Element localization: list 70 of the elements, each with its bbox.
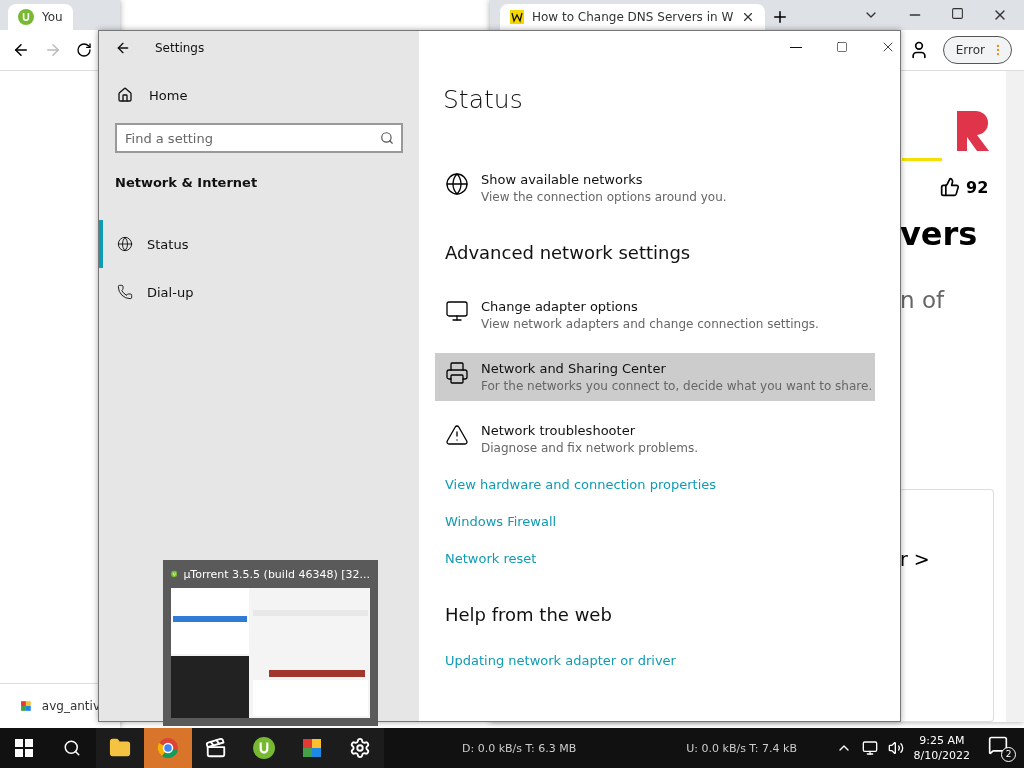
monitor-icon	[445, 299, 469, 323]
network-icon[interactable]	[861, 740, 878, 756]
search-icon	[380, 131, 394, 145]
home-link[interactable]: Home	[99, 87, 419, 103]
option-description: For the networks you connect to, decide what you want to share.	[481, 379, 873, 393]
home-icon	[117, 87, 133, 103]
like-count: 92	[966, 177, 989, 197]
avg-icon	[301, 737, 323, 759]
option-title: Show available networks	[481, 172, 644, 187]
clapperboard-icon	[205, 737, 227, 759]
taskbar-app[interactable]	[336, 728, 384, 768]
download-item[interactable]: avg_antiv	[41, 699, 100, 713]
back-icon[interactable]	[12, 41, 30, 59]
torrent-icon	[18, 9, 34, 25]
page-title: Status	[443, 85, 524, 114]
browser-tab[interactable]: How to Change DNS Servers in W	[500, 4, 766, 30]
phone-icon	[117, 284, 133, 300]
window-preview[interactable]: µTorrent 3.5.5 (build 46348) [32...	[163, 560, 378, 726]
volume-icon[interactable]	[887, 740, 904, 756]
option-title: Network troubleshooter	[481, 423, 636, 438]
site-logo-icon	[510, 10, 524, 24]
maximize-icon[interactable]	[951, 7, 964, 20]
preview-title: µTorrent 3.5.5 (build 46348) [32...	[183, 567, 370, 581]
option-title: Network and Sharing Center	[481, 361, 667, 376]
option-description: View network adapters and change connection settings.	[481, 317, 819, 331]
tab-title: How to Change DNS Servers in W	[532, 10, 734, 24]
globe-icon	[117, 236, 133, 252]
settings-option[interactable]: Network troubleshooter Diagnose and fix network problems.	[435, 415, 875, 463]
nav-item[interactable]: Status	[99, 220, 419, 268]
settings-icon	[349, 737, 371, 759]
option-title: Change adapter options	[481, 299, 639, 314]
like-icon[interactable]	[940, 177, 960, 197]
clock[interactable]: 9:25 AM 8/10/2022	[913, 733, 970, 763]
option-description: View the connection options around you.	[481, 190, 727, 204]
section-heading: Help from the web	[445, 604, 613, 625]
window-title: Settings	[155, 41, 205, 55]
section-heading: Advanced network settings	[445, 242, 692, 263]
download-speed: D: 0.0 kB/s T: 6.3 MB	[462, 741, 577, 755]
settings-option[interactable]: Show available networks View the connection options around you.	[435, 164, 875, 212]
notifications-button[interactable]: 2	[988, 734, 1016, 762]
back-icon[interactable]	[115, 40, 131, 56]
upload-speed: U: 0.0 kB/s T: 7.4 kB	[686, 741, 797, 755]
option-description: Diagnose and fix network problems.	[481, 441, 699, 455]
taskbar-app[interactable]	[192, 728, 240, 768]
tab-title: You	[42, 10, 63, 24]
accent-rule	[902, 158, 942, 161]
reload-icon[interactable]	[76, 42, 92, 58]
article-heading: vers	[900, 215, 978, 253]
chrome-icon	[157, 737, 179, 759]
globe-icon	[445, 172, 469, 196]
torrent-icon	[253, 737, 275, 759]
related-link[interactable]: r >	[900, 548, 930, 570]
settings-option[interactable]: Network and Sharing Center For the networks you connect to, decide what you want to share.	[435, 353, 875, 401]
maximize-icon	[836, 41, 848, 53]
folder-icon	[109, 737, 131, 759]
settings-option[interactable]: Change adapter options View network adapters and change connection settings.	[435, 291, 875, 339]
taskbar-app[interactable]	[96, 728, 144, 768]
notification-count: 2	[1001, 746, 1016, 762]
search-field[interactable]: Find a setting	[115, 123, 403, 153]
windows-icon	[15, 739, 33, 757]
vertical-scrollbar[interactable]	[1006, 71, 1024, 722]
notifications-icon	[988, 734, 1008, 755]
nav-item[interactable]: Dial-up	[99, 268, 419, 316]
profile-error-button[interactable]: Error	[942, 36, 1012, 64]
browser-tab[interactable]: You	[8, 4, 73, 30]
article-text: n of	[900, 287, 945, 313]
warning-icon	[445, 423, 469, 447]
section-heading: Network & Internet	[115, 175, 259, 190]
search-icon	[63, 739, 81, 757]
minimize-icon	[790, 46, 802, 48]
